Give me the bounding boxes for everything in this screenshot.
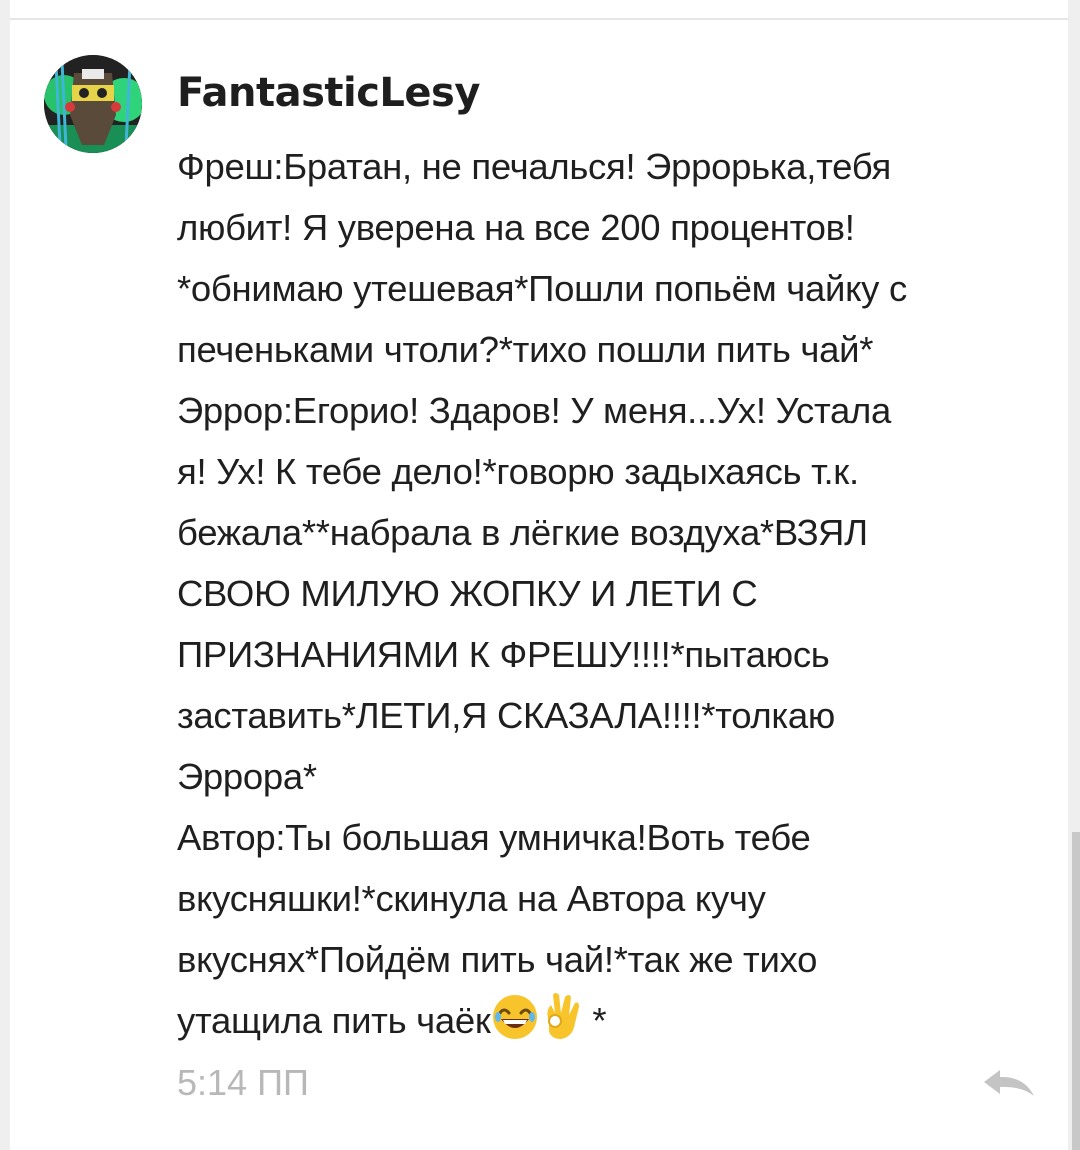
comment-line: ПРИЗНАНИЯМИ К ФРЕШУ!!!!*пытаюсь xyxy=(177,634,830,675)
laughing-emoji-icon xyxy=(491,993,539,1059)
comment-line: Эррор:Егорио! Здаров! У меня...Ух! Устал… xyxy=(177,390,891,431)
previous-comment-edge xyxy=(10,0,1068,20)
comment-line: Эррора* xyxy=(177,756,317,797)
avatar-image xyxy=(44,55,142,153)
comment-line: бежала**набрала в лёгкие воздуха*ВЗЯЛ xyxy=(177,512,868,553)
comment-author[interactable]: FantasticLesy xyxy=(177,70,480,116)
comment-screen: FantasticLesy Фреш:Братан, не печалься! … xyxy=(0,0,1080,1150)
scrollbar[interactable] xyxy=(1072,832,1080,1150)
comment-line-text: утащила пить чаёк xyxy=(177,1000,491,1041)
comment-line-tail: * xyxy=(582,1000,607,1041)
comment-line: Фреш:Братан, не печалься! Эррорька,тебя xyxy=(177,146,891,187)
comment-line-last: утащила пить чаёк * xyxy=(177,990,1047,1059)
reply-button[interactable] xyxy=(980,1066,1036,1102)
comment-timestamp: 5:14 ПП xyxy=(177,1062,309,1103)
comment-line: СВОЮ МИЛУЮ ЖОПКУ И ЛЕТИ С xyxy=(177,573,758,614)
comment-line: вкуснях*Пойдём пить чай!*так же тихо xyxy=(177,939,818,980)
avatar[interactable] xyxy=(44,55,142,153)
comment-line: вкусняшки!*скинула на Автора кучу xyxy=(177,878,766,919)
reply-arrow-icon xyxy=(984,1070,1034,1096)
comment-line: любит! Я уверена на все 200 процентов! xyxy=(177,207,855,248)
comment-line: заставить*ЛЕТИ,Я СКАЗАЛА!!!!*толкаю xyxy=(177,695,835,736)
comment-line: Автор:Ты большая умничка!Воть тебе xyxy=(177,817,811,858)
ok-hand-emoji-icon xyxy=(539,991,583,1059)
comment-line: печеньками чтоли?*тихо пошли пить чай* xyxy=(177,329,874,370)
comment-line: *обнимаю утешевая*Пошли попьём чайку с xyxy=(177,268,907,309)
comment-body: Фреш:Братан, не печалься! Эррорька,тебя … xyxy=(177,136,1047,1059)
comment-line: я! Ух! К тебе дело!*говорю задыхаясь т.к… xyxy=(177,451,859,492)
